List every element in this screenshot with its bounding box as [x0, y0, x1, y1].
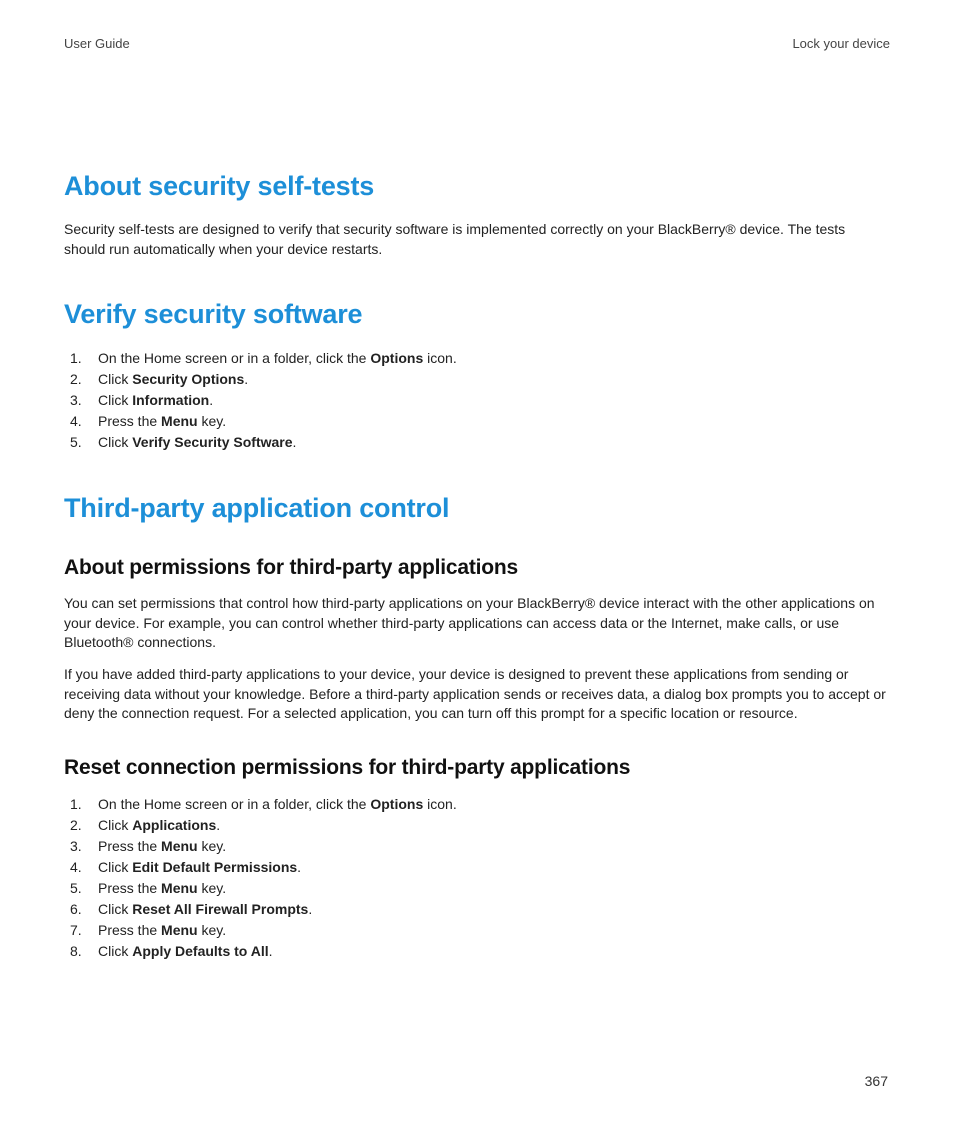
- step-bold-term: Applications: [132, 817, 216, 833]
- step-item: Press the Menu key.: [64, 836, 890, 857]
- subsection-title: About permissions for third-party applic…: [64, 556, 890, 580]
- step-bold-term: Menu: [161, 838, 198, 854]
- section-verify-security-software: Verify security software On the Home scr…: [64, 299, 890, 453]
- step-bold-term: Options: [370, 350, 423, 366]
- step-item: Click Verify Security Software.: [64, 432, 890, 453]
- body-paragraph: Security self-tests are designed to veri…: [64, 220, 890, 259]
- step-item: Press the Menu key.: [64, 878, 890, 899]
- steps-list: On the Home screen or in a folder, click…: [64, 794, 890, 962]
- section-about-self-tests: About security self-tests Security self-…: [64, 171, 890, 259]
- steps-list: On the Home screen or in a folder, click…: [64, 348, 890, 453]
- step-bold-term: Menu: [161, 880, 198, 896]
- step-bold-term: Apply Defaults to All: [132, 943, 268, 959]
- section-title: About security self-tests: [64, 171, 890, 202]
- step-item: Click Edit Default Permissions.: [64, 857, 890, 878]
- step-bold-term: Options: [370, 796, 423, 812]
- step-bold-term: Security Options: [132, 371, 244, 387]
- page-number: 367: [865, 1073, 888, 1089]
- step-item: Click Apply Defaults to All.: [64, 941, 890, 962]
- step-item: Click Security Options.: [64, 369, 890, 390]
- header-left: User Guide: [64, 36, 130, 51]
- step-bold-term: Edit Default Permissions: [132, 859, 297, 875]
- step-bold-term: Menu: [161, 413, 198, 429]
- header-right: Lock your device: [792, 36, 890, 51]
- subsection-title: Reset connection permissions for third-p…: [64, 756, 890, 780]
- step-item: On the Home screen or in a folder, click…: [64, 794, 890, 815]
- section-title: Verify security software: [64, 299, 890, 330]
- step-item: Click Applications.: [64, 815, 890, 836]
- step-bold-term: Menu: [161, 922, 198, 938]
- step-item: Press the Menu key.: [64, 920, 890, 941]
- page-header: User Guide Lock your device: [64, 36, 890, 51]
- section-title: Third-party application control: [64, 493, 890, 524]
- section-third-party-application-control: Third-party application control About pe…: [64, 493, 890, 962]
- step-item: Click Information.: [64, 390, 890, 411]
- step-bold-term: Verify Security Software: [132, 434, 292, 450]
- step-bold-term: Information: [132, 392, 209, 408]
- step-bold-term: Reset All Firewall Prompts: [132, 901, 308, 917]
- step-item: On the Home screen or in a folder, click…: [64, 348, 890, 369]
- body-paragraph: You can set permissions that control how…: [64, 594, 890, 653]
- step-item: Click Reset All Firewall Prompts.: [64, 899, 890, 920]
- body-paragraph: If you have added third-party applicatio…: [64, 665, 890, 724]
- step-item: Press the Menu key.: [64, 411, 890, 432]
